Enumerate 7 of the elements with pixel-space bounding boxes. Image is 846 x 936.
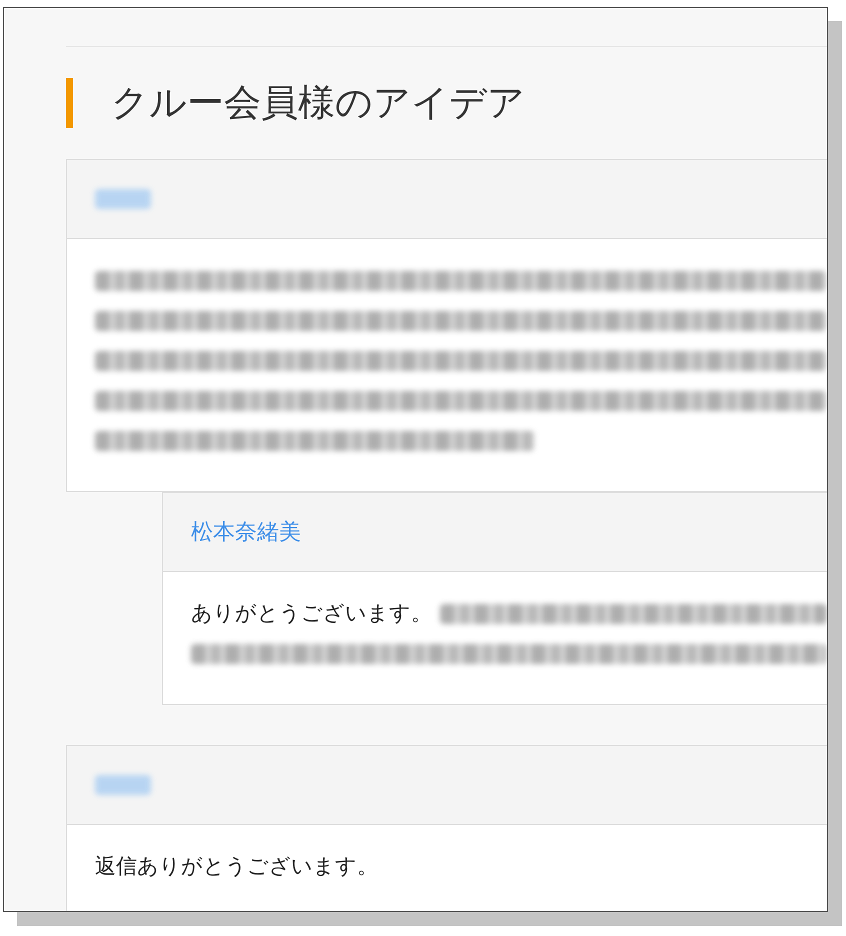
section-heading: クルー会員様のアイデア <box>111 80 525 126</box>
blurred-author-name <box>95 189 151 209</box>
author-link[interactable]: 松本奈緒美 <box>191 516 301 548</box>
comment-text: 返信ありがとうございます。 <box>95 853 378 880</box>
heading-accent-bar <box>66 78 73 128</box>
comment-text: ありがとうございます。 <box>191 600 432 628</box>
blurred-author-name <box>95 775 151 795</box>
